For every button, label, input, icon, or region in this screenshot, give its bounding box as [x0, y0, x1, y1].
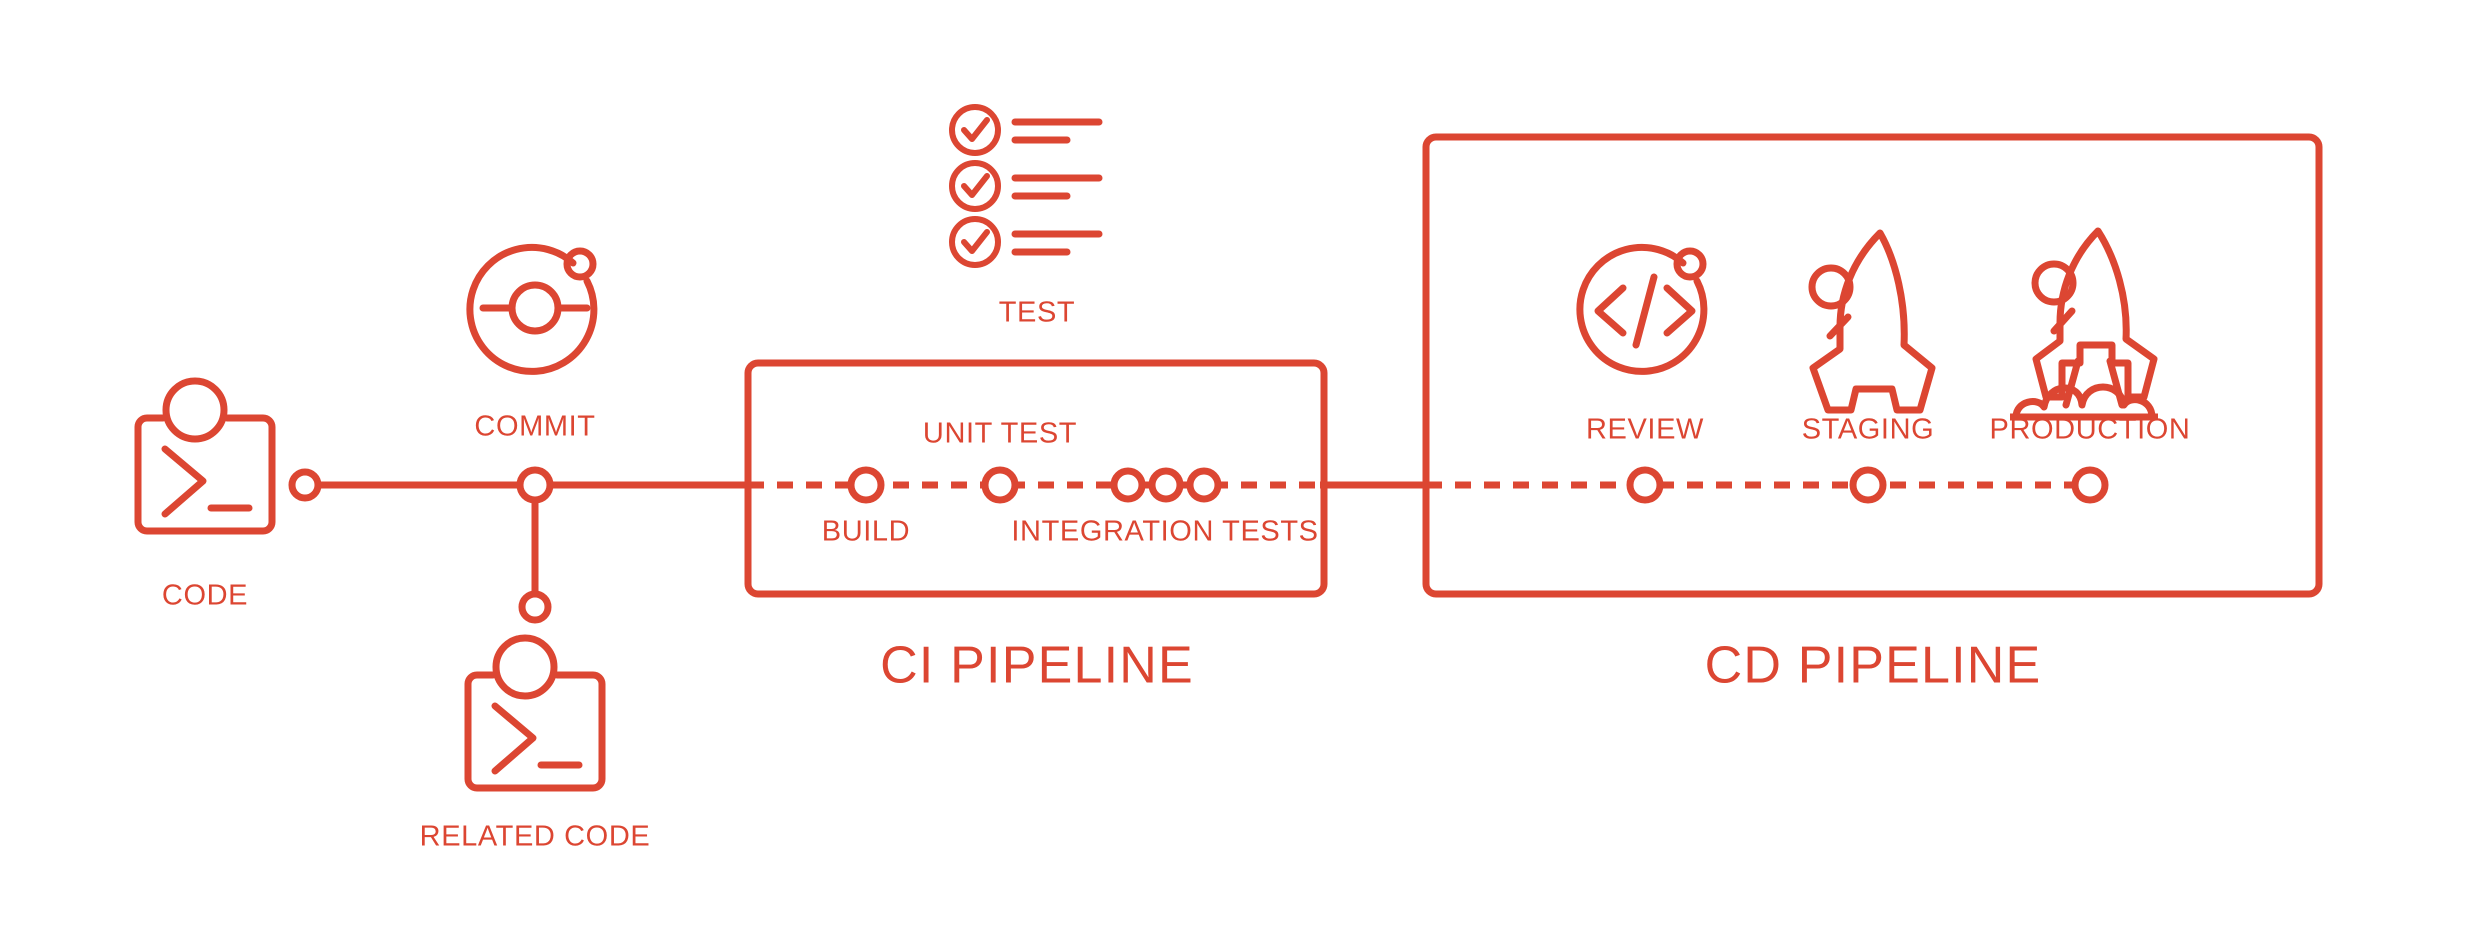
commit-stage-label: COMMIT: [474, 411, 595, 443]
review-stage-icon[interactable]: [1576, 243, 1708, 375]
pipeline-canvas: CODE COMMIT RELATED CODE TEST BUILD UNIT…: [134, 104, 2323, 853]
cd-node-production[interactable]: [2071, 466, 2109, 504]
cd-pipeline-box[interactable]: [1422, 133, 2323, 598]
ci-node-build[interactable]: [847, 466, 885, 504]
commit-rail-node[interactable]: [516, 466, 554, 504]
staging-stage-icon[interactable]: [1808, 229, 1936, 414]
production-stage-label: PRODUCTION: [1990, 414, 2191, 446]
commit-stage-icon[interactable]: [466, 243, 598, 375]
ci-node-integration-1[interactable]: [1110, 467, 1146, 503]
ci-pipeline-box[interactable]: [744, 359, 1328, 598]
ci-label-unit-test: UNIT TEST: [923, 418, 1077, 450]
ci-node-integration-2[interactable]: [1148, 467, 1184, 503]
test-checklist-icon[interactable]: [949, 104, 1103, 268]
code-stage-icon[interactable]: [134, 377, 276, 535]
ci-label-build: BUILD: [822, 516, 910, 548]
ci-node-integration-3[interactable]: [1186, 467, 1222, 503]
related-code-stage-label: RELATED CODE: [420, 821, 651, 853]
cicd-pipeline-diagram: CODE COMMIT RELATED CODE TEST BUILD UNIT…: [0, 0, 2468, 952]
ci-node-unit-test[interactable]: [981, 466, 1019, 504]
cd-node-staging[interactable]: [1849, 466, 1887, 504]
code-rail-node[interactable]: [288, 468, 322, 502]
cd-pipeline-title: CD PIPELINE: [1705, 637, 2042, 695]
ci-label-integration-tests: INTEGRATION TESTS: [1011, 516, 1318, 548]
test-stage-label: TEST: [999, 297, 1076, 329]
cd-node-review[interactable]: [1626, 466, 1664, 504]
review-stage-label: REVIEW: [1586, 414, 1704, 446]
code-stage-label: CODE: [162, 580, 248, 612]
staging-stage-label: STAGING: [1802, 414, 1935, 446]
related-code-rail-node[interactable]: [518, 590, 552, 624]
ci-pipeline-title: CI PIPELINE: [880, 637, 1194, 695]
related-code-stage-icon[interactable]: [464, 634, 606, 792]
production-stage-icon[interactable]: [2010, 227, 2158, 421]
